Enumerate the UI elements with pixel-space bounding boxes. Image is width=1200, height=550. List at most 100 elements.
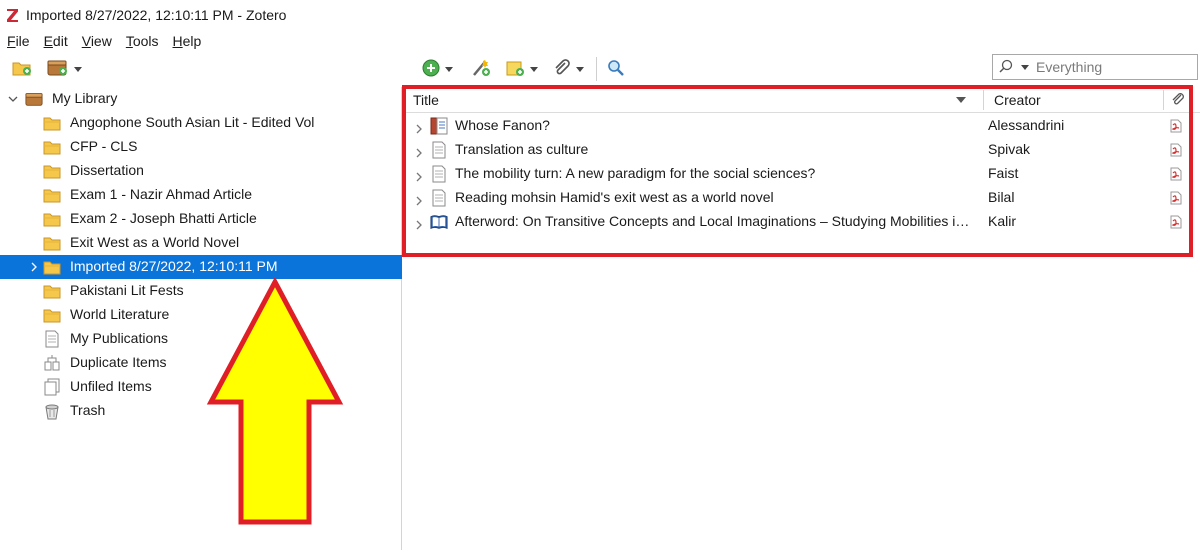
column-header-creator[interactable]: Creator [994,92,1041,108]
new-item-icon [422,59,440,80]
document-icon [430,165,448,183]
table-row[interactable]: Whose Fanon? Alessandrini [403,114,1200,138]
menu-tools[interactable]: Tools [119,33,166,49]
chevron-right-icon[interactable] [415,169,423,185]
book-icon [430,213,448,231]
chevron-down-icon [74,66,82,72]
chevron-down-icon [445,66,453,72]
tree-item-label: World Literature [70,306,170,322]
unfiled-items-icon [43,378,61,396]
pdf-attachment-icon[interactable] [1170,191,1182,208]
add-by-identifier-button[interactable] [471,58,491,80]
tree-item-label: Dissertation [70,162,144,178]
folder-icon [43,283,61,299]
tree-item[interactable]: Exit West as a World Novel [0,231,402,255]
item-title: Whose Fanon? [455,117,550,133]
tree-item-label: Trash [70,402,106,418]
tree-item[interactable]: CFP - CLS [0,135,402,159]
tree-item-label: Unfiled Items [70,378,152,394]
search-input[interactable] [1036,59,1186,75]
chevron-right-icon[interactable] [415,217,423,233]
table-row[interactable]: Translation as culture Spivak [403,138,1200,162]
document-icon [430,189,448,207]
new-note-icon [505,59,525,80]
column-header-title[interactable]: Title [413,92,439,108]
pdf-attachment-icon[interactable] [1170,215,1182,232]
tree-item-label: Angophone South Asian Lit - Edited Vol [70,114,315,130]
folder-icon [43,139,61,155]
search-mode-dropdown-icon[interactable] [1021,64,1029,70]
tree-item[interactable]: Angophone South Asian Lit - Edited Vol [0,111,402,135]
chevron-down-icon[interactable] [8,94,18,104]
folder-icon [43,259,61,275]
add-by-identifier-icon [471,59,491,80]
tree-item-label: Imported 8/27/2022, 12:10:11 PM [70,258,278,274]
item-title: Reading mohsin Hamid's exit west as a wo… [455,189,774,205]
tree-item-my-library[interactable]: My Library [0,87,402,111]
menu-view[interactable]: View [75,33,119,49]
tree-item-label: Exam 1 - Nazir Ahmad Article [70,186,253,202]
zotero-logo-icon [5,7,19,23]
table-row[interactable]: The mobility turn: A new paradigm for th… [403,162,1200,186]
folder-icon [43,187,61,203]
new-library-button[interactable] [47,58,82,80]
chevron-down-icon [576,66,584,72]
menu-help[interactable]: Help [166,33,209,49]
new-collection-icon [12,59,32,80]
table-row[interactable]: Afterword: On Transitive Concepts and Lo… [403,210,1200,234]
chevron-right-icon[interactable] [415,145,423,161]
item-creator: Alessandrini [988,117,1065,133]
chevron-down-icon [530,66,538,72]
new-library-icon [47,59,69,80]
item-creator: Kalir [988,213,1017,229]
item-title: The mobility turn: A new paradigm for th… [455,165,816,181]
tree-item[interactable]: Dissertation [0,159,402,183]
paperclip-icon [553,58,571,80]
publications-icon [43,330,61,348]
menu-edit[interactable]: Edit [37,33,75,49]
search-icon[interactable] [999,59,1013,76]
table-row[interactable]: Reading mohsin Hamid's exit west as a wo… [403,186,1200,210]
window-title: Imported 8/27/2022, 12:10:11 PM - Zotero [26,7,287,23]
menu-file[interactable]: File [0,33,37,49]
chevron-right-icon[interactable] [29,262,39,272]
items-pane: Title Creator Whose Fanon? Alessandrini Tr… [403,87,1200,550]
items-column-header: Title Creator [403,87,1200,113]
document-icon [430,141,448,159]
tree-item-label: My Publications [70,330,169,346]
tree-item-label: Exam 2 - Joseph Bhatti Article [70,210,257,226]
chevron-right-icon[interactable] [415,121,423,137]
tree-item[interactable]: Imported 8/27/2022, 12:10:11 PM [0,255,402,279]
pdf-attachment-icon[interactable] [1170,119,1182,136]
tree-item[interactable]: Exam 2 - Joseph Bhatti Article [0,207,402,231]
tree-item-label: Exit West as a World Novel [70,234,240,250]
folder-icon [43,235,61,251]
chevron-right-icon[interactable] [415,193,423,209]
item-creator: Faist [988,165,1019,181]
trash-icon [43,403,61,420]
magnifier-icon [607,59,625,80]
add-attachment-button[interactable] [553,58,584,80]
sort-descending-icon[interactable] [956,97,966,103]
tree-item[interactable]: Exam 1 - Nazir Ahmad Article [0,183,402,207]
pdf-attachment-icon[interactable] [1170,143,1182,160]
book-section-icon [430,117,448,135]
new-item-button[interactable] [422,58,453,80]
new-collection-button[interactable] [12,58,32,80]
attachments-column-icon[interactable] [1171,92,1185,111]
folder-icon [43,211,61,227]
folder-icon [43,115,61,131]
item-creator: Spivak [988,141,1031,157]
advanced-search-button[interactable] [607,58,625,80]
column-resizer[interactable] [983,90,984,110]
pdf-attachment-icon[interactable] [1170,167,1182,184]
folder-icon [43,307,61,323]
library-icon [25,91,43,107]
folder-icon [43,163,61,179]
tree-item-label: My Library [52,90,118,106]
new-note-button[interactable] [505,58,538,80]
column-resizer[interactable] [1163,90,1164,110]
search-box[interactable] [992,54,1198,80]
tree-item-label: Duplicate Items [70,354,167,370]
toolbar-divider [596,57,597,81]
